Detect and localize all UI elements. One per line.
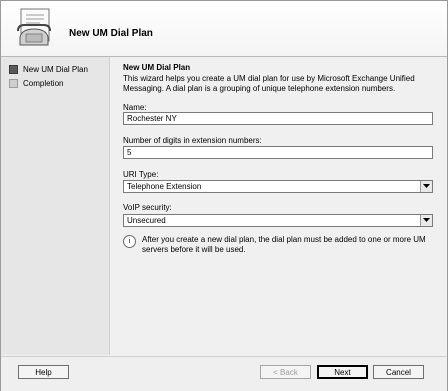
step-inactive-icon: [9, 78, 18, 88]
step-completion[interactable]: Completion: [9, 77, 63, 89]
name-label: Name:: [123, 103, 147, 112]
next-button[interactable]: Next: [317, 365, 368, 379]
info-note: i After you create a new dial plan, the …: [123, 235, 429, 255]
name-input[interactable]: Rochester NY: [123, 112, 433, 125]
wizard-header: New UM Dial Plan: [1, 1, 447, 57]
info-icon: i: [123, 235, 136, 248]
chevron-down-icon[interactable]: [420, 215, 432, 226]
digits-input[interactable]: 5: [123, 146, 433, 159]
digits-label: Number of digits in extension numbers:: [123, 136, 262, 145]
info-note-text: After you create a new dial plan, the di…: [142, 235, 426, 254]
back-button[interactable]: < Back: [260, 365, 311, 379]
wizard-window: New UM Dial Plan New UM Dial Plan Comple…: [0, 0, 448, 391]
uri-type-value: Telephone Extension: [127, 182, 202, 191]
chevron-down-icon[interactable]: [420, 181, 432, 192]
step-label: Completion: [23, 78, 64, 88]
step-active-icon: [9, 64, 18, 74]
voip-security-value: Unsecured: [127, 216, 166, 225]
description-text: This wizard helps you create a UM dial p…: [123, 74, 415, 93]
step-label: New UM Dial Plan: [23, 64, 88, 74]
wizard-steps-sidebar: New UM Dial Plan Completion: [1, 57, 110, 355]
telephone-document-icon: [14, 7, 58, 51]
section-title: New UM Dial Plan: [123, 63, 191, 72]
page-title: New UM Dial Plan: [69, 28, 153, 39]
help-button[interactable]: Help: [18, 365, 69, 379]
voip-security-label: VoIP security:: [123, 203, 172, 212]
wizard-footer: Help < Back Next Cancel: [1, 356, 447, 391]
cancel-button[interactable]: Cancel: [373, 365, 424, 379]
step-new-um-dial-plan[interactable]: New UM Dial Plan: [9, 63, 88, 75]
uri-type-select[interactable]: Telephone Extension: [123, 180, 433, 193]
voip-security-select[interactable]: Unsecured: [123, 214, 433, 227]
uri-type-label: URI Type:: [123, 170, 159, 179]
